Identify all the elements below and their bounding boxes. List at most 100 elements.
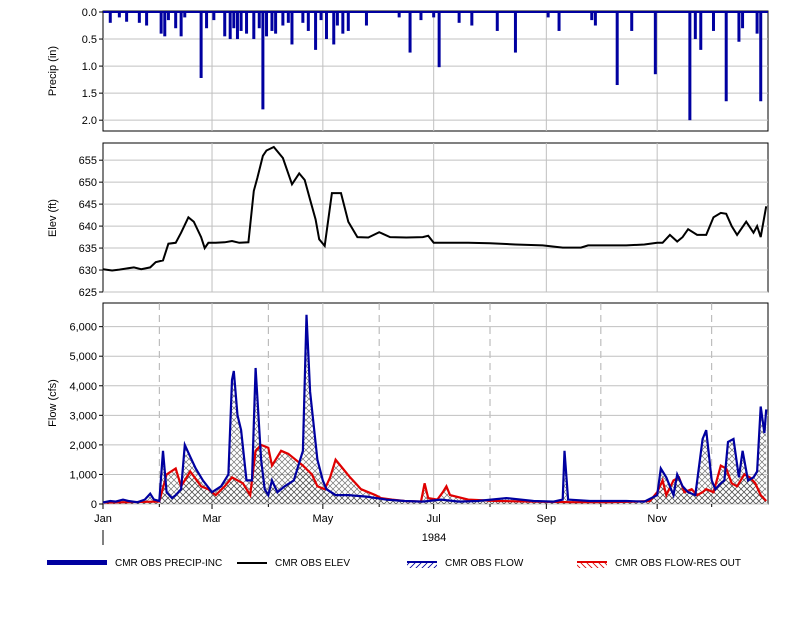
- precip-bar: [166, 12, 170, 21]
- precip-bar: [270, 12, 274, 31]
- precip-bar: [286, 12, 290, 23]
- precip-bar: [265, 12, 269, 37]
- y-tick-label: 1.0: [82, 61, 97, 73]
- precip-bar: [179, 12, 183, 37]
- precip-plot-frame: [102, 10, 769, 132]
- y-tick-label: 645: [79, 199, 97, 211]
- elev-y-ticks: 625 630 635 640 645 650 655: [79, 155, 103, 299]
- precip-bar: [324, 12, 328, 40]
- legend-item-res-out: CMR OBS FLOW-RES OUT: [577, 558, 741, 569]
- precip-bar: [341, 12, 345, 34]
- legend: CMR OBS PRECIP-INC CMR OBS ELEV CMR OBS …: [47, 558, 741, 569]
- y-tick-label: 655: [79, 155, 97, 167]
- precip-bar: [199, 12, 203, 78]
- precip-bar: [261, 12, 265, 110]
- precip-bar: [711, 12, 715, 31]
- precip-bar: [205, 12, 209, 29]
- precip-y-ticks: 0.0 0.5 1.0 1.5 2.0: [82, 7, 103, 127]
- precip-bar: [301, 12, 305, 23]
- precip-bar: [755, 12, 759, 34]
- x-axis-year-label: 1984: [422, 532, 446, 544]
- precip-bar: [319, 12, 323, 21]
- precip-bar: [615, 12, 619, 86]
- precip-bar: [117, 12, 121, 18]
- precip-bar: [314, 12, 318, 50]
- legend-label-elev: CMR OBS ELEV: [275, 558, 350, 569]
- precip-bar: [306, 12, 310, 31]
- legend-swatch-precip: [47, 560, 107, 565]
- precip-bar: [174, 12, 178, 29]
- precip-bar: [513, 12, 517, 53]
- precip-bar: [239, 12, 243, 31]
- legend-label-flow: CMR OBS FLOW: [445, 558, 524, 569]
- legend-label-res-out: CMR OBS FLOW-RES OUT: [615, 558, 741, 569]
- x-tick-label: May: [312, 513, 333, 525]
- flow-panel: 0 1,000 2,000 3,000 4,000 5,000 6,000 Jan Mar Ma…: [47, 302, 769, 545]
- x-tick-label: Sep: [537, 513, 557, 525]
- precip-bar: [290, 12, 294, 45]
- precip-bar: [653, 12, 657, 75]
- precip-bar: [457, 12, 461, 23]
- precip-bar: [495, 12, 499, 31]
- precip-bar: [145, 12, 149, 26]
- x-axis-ticks: Jan Mar May Jul Sep Nov: [94, 504, 713, 525]
- precip-bar: [557, 12, 561, 31]
- precip-bar: [274, 12, 278, 34]
- precip-bar: [332, 12, 336, 45]
- precip-panel: 0.0 0.5 1.0 1.5 2.0 Precip (in): [47, 7, 769, 132]
- elev-y-axis-label: Elev (ft): [47, 199, 59, 237]
- precip-bar: [252, 12, 256, 40]
- precip-bar: [108, 12, 112, 23]
- y-tick-label: 3,000: [69, 410, 97, 422]
- precip-bar: [335, 12, 339, 26]
- flow-plot-frame: [102, 302, 769, 505]
- precip-bar: [137, 12, 141, 23]
- y-tick-label: 1,000: [69, 469, 97, 481]
- legend-item-precip: CMR OBS PRECIP-INC: [47, 558, 222, 569]
- precip-bar: [724, 12, 728, 102]
- y-tick-label: 630: [79, 265, 97, 277]
- precip-bar: [593, 12, 597, 26]
- precip-bar: [245, 12, 249, 34]
- y-tick-label: 6,000: [69, 322, 97, 334]
- x-tick-label: Jul: [427, 513, 441, 525]
- precip-bar: [630, 12, 634, 31]
- y-tick-label: 640: [79, 221, 97, 233]
- precip-bar: [212, 12, 216, 21]
- y-tick-label: 2.0: [82, 115, 97, 127]
- precip-bar: [546, 12, 550, 18]
- precip-bar: [183, 12, 187, 18]
- legend-item-elev: CMR OBS ELEV: [237, 558, 350, 569]
- chart-figure: 0.0 0.5 1.0 1.5 2.0 Precip (in) 625 630 635 640…: [47, 7, 769, 569]
- precip-bar: [437, 12, 441, 68]
- y-tick-label: 2,000: [69, 440, 97, 452]
- elev-panel: 625 630 635 640 645 650 655 Elev (ft): [47, 142, 769, 299]
- precip-bar: [397, 12, 401, 18]
- y-tick-label: 1.5: [82, 88, 97, 100]
- precip-bar: [470, 12, 474, 26]
- precip-bar: [419, 12, 423, 21]
- y-tick-label: 625: [79, 287, 97, 299]
- precip-bar: [737, 12, 741, 42]
- y-tick-label: 0.0: [82, 7, 97, 19]
- precip-bar: [346, 12, 350, 31]
- y-tick-label: 5,000: [69, 351, 97, 363]
- y-tick-label: 635: [79, 243, 97, 255]
- precip-bar: [688, 12, 692, 121]
- precip-bar: [228, 12, 232, 40]
- precip-bar: [699, 12, 703, 50]
- precip-bar: [759, 12, 763, 102]
- precip-bar: [408, 12, 412, 53]
- precip-bar: [257, 12, 261, 29]
- precip-bar: [232, 12, 236, 29]
- y-tick-label: 0.5: [82, 34, 97, 46]
- precip-bar: [235, 12, 239, 40]
- precip-bar: [693, 12, 697, 40]
- x-tick-label: Mar: [203, 513, 222, 525]
- precip-bar: [223, 12, 227, 37]
- x-tick-label: Nov: [647, 513, 667, 525]
- flow-y-ticks: 0 1,000 2,000 3,000 4,000 5,000 6,000: [69, 322, 103, 511]
- precip-bar: [125, 12, 129, 22]
- precip-bar: [432, 12, 436, 18]
- precip-bar: [590, 12, 594, 21]
